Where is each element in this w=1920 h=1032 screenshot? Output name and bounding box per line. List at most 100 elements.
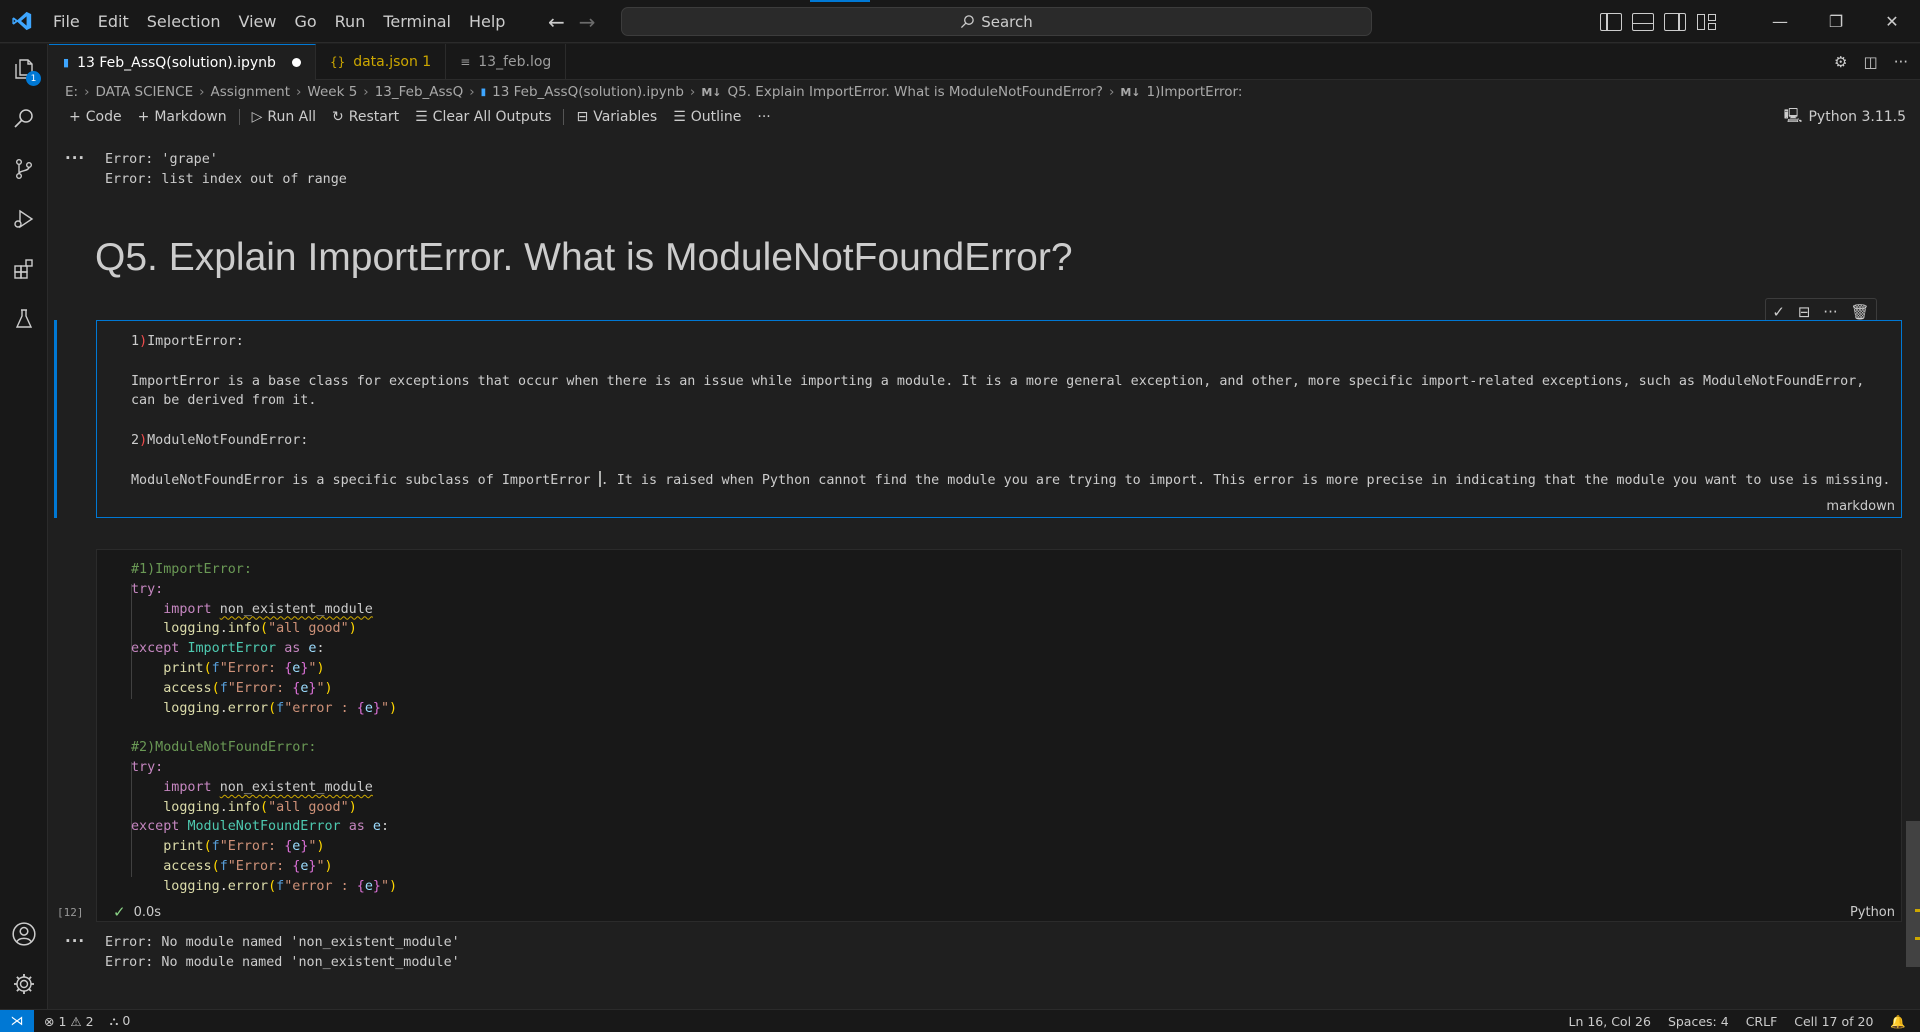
chevron-right-icon: › xyxy=(363,84,369,100)
indentation[interactable]: Spaces: 4 xyxy=(1668,1014,1729,1029)
warning-icon: ⚠ xyxy=(70,1013,82,1029)
toggle-primary-sidebar-icon[interactable] xyxy=(1600,12,1622,31)
close-window-icon[interactable]: ✕ xyxy=(1864,0,1920,43)
plus-icon: + xyxy=(69,109,81,125)
toggle-panel-icon[interactable] xyxy=(1632,12,1654,31)
search-icon[interactable] xyxy=(0,94,48,144)
cursor-position[interactable]: Ln 16, Col 26 xyxy=(1568,1014,1650,1029)
unsaved-dot-icon[interactable] xyxy=(291,58,301,67)
customize-layout-icon[interactable] xyxy=(1696,13,1718,31)
gear-icon[interactable]: ⚙ xyxy=(1834,53,1847,71)
cell-language-label[interactable]: Python xyxy=(1850,905,1895,920)
tab-notebook[interactable]: ▮ 13 Feb_AssQ(solution).ipynb xyxy=(49,44,316,80)
markdown-source[interactable]: 1)ImportError: ImportError is a base cla… xyxy=(131,332,1891,490)
command-center-search[interactable]: Search xyxy=(621,7,1372,36)
problems-indicator[interactable]: ⊗ 1 ⚠ 2 xyxy=(44,1014,94,1029)
code-token: info xyxy=(227,799,260,815)
editor-tabs: ▮ 13 Feb_AssQ(solution).ipynb {} data.js… xyxy=(49,44,1920,80)
button-label: Clear All Outputs xyxy=(432,109,552,125)
breadcrumb-item[interactable]: 13 Feb_AssQ(solution).ipynb xyxy=(492,84,684,100)
account-icon[interactable] xyxy=(0,909,48,959)
more-actions-icon[interactable]: ··· xyxy=(1894,53,1908,71)
explorer-badge: 1 xyxy=(26,71,41,86)
button-label: Code xyxy=(85,109,122,125)
testing-icon[interactable] xyxy=(0,294,48,344)
restart-icon: ↻ xyxy=(332,109,344,125)
vertical-scrollbar[interactable] xyxy=(1906,821,1920,967)
tab-log[interactable]: ≡ 13_feb.log xyxy=(446,44,567,80)
button-label: Run All xyxy=(267,109,317,125)
code-token: "error : xyxy=(284,878,357,894)
menu-run[interactable]: Run xyxy=(326,0,375,43)
md-text: ModuleNotFoundError is a specific subcla… xyxy=(131,472,599,488)
run-debug-icon[interactable] xyxy=(0,194,48,244)
bell-icon[interactable]: 🔔 xyxy=(1890,1014,1906,1030)
extensions-icon[interactable] xyxy=(0,244,48,294)
markdown-cell-editor[interactable]: 1)ImportError: ImportError is a base cla… xyxy=(96,320,1902,518)
restart-button[interactable]: ↻ Restart xyxy=(324,109,407,125)
code-token: "all good" xyxy=(268,621,349,637)
source-control-icon[interactable] xyxy=(0,144,48,194)
code-source[interactable]: #1)ImportError: try: import non_existent_… xyxy=(131,560,397,897)
remote-icon[interactable]: ⋊ xyxy=(0,1009,34,1032)
breadcrumb-item[interactable]: Q5. Explain ImportError. What is ModuleN… xyxy=(728,84,1103,100)
split-editor-icon[interactable]: ◫ xyxy=(1864,53,1878,71)
error-icon: ⊗ xyxy=(44,1013,55,1029)
breadcrumb-item[interactable]: 13_Feb_AssQ xyxy=(375,84,464,100)
more-icon[interactable]: ··· xyxy=(1823,303,1837,321)
tab-data-json[interactable]: {} data.json 1 xyxy=(316,44,447,80)
line-ending[interactable]: CRLF xyxy=(1746,1014,1778,1029)
delete-icon[interactable]: 🗑 xyxy=(1850,303,1869,321)
back-arrow-icon[interactable]: ← xyxy=(548,10,565,34)
code-token: error xyxy=(227,700,269,716)
menu-terminal[interactable]: Terminal xyxy=(374,0,460,43)
status-bar: ⋊ ⊗ 1 ⚠ 2 ⛬ 0 Ln 16, Col 26 Spaces: 4 CR… xyxy=(0,1009,1920,1032)
run-all-button[interactable]: ▷ Run All xyxy=(244,109,324,125)
search-icon xyxy=(961,15,974,29)
menu-go[interactable]: Go xyxy=(285,0,325,43)
minimize-icon[interactable]: — xyxy=(1752,0,1808,43)
md-text: 1 xyxy=(131,334,140,349)
add-code-cell-button[interactable]: + Code xyxy=(61,109,130,125)
menu-view[interactable]: View xyxy=(230,0,286,43)
md-text: ImportError: xyxy=(147,334,244,349)
breadcrumb-item[interactable]: DATA SCIENCE xyxy=(95,84,193,100)
breadcrumb-item[interactable]: Week 5 xyxy=(307,84,357,100)
markdown-icon: M↓ xyxy=(701,85,722,99)
add-markdown-cell-button[interactable]: + Markdown xyxy=(130,109,235,125)
toggle-secondary-sidebar-icon[interactable] xyxy=(1664,12,1686,31)
explorer-icon[interactable]: 1 xyxy=(0,44,48,94)
settings-gear-icon[interactable] xyxy=(0,959,48,1009)
toolbar-divider xyxy=(238,109,240,125)
tab-actions: ⚙ ◫ ··· xyxy=(1834,44,1908,80)
split-cell-icon[interactable]: ⊟ xyxy=(1798,303,1811,321)
cell-indicator[interactable]: Cell 17 of 20 xyxy=(1794,1014,1873,1029)
code-token: ModuleNotFoundError xyxy=(187,819,341,835)
menu-file[interactable]: File xyxy=(44,0,89,43)
menu-selection[interactable]: Selection xyxy=(138,0,230,43)
output-more-icon[interactable]: ··· xyxy=(65,149,85,167)
forward-arrow-icon[interactable]: → xyxy=(579,10,596,34)
breadcrumb-item[interactable]: Assignment xyxy=(211,84,290,100)
breadcrumb-item[interactable]: E: xyxy=(65,84,78,100)
output-more-icon[interactable]: ··· xyxy=(65,932,85,950)
outline-button[interactable]: ☰ Outline xyxy=(665,109,749,125)
more-toolbar-button[interactable]: ··· xyxy=(749,109,778,125)
title-accent-bar xyxy=(810,0,870,2)
activity-bar: 1 xyxy=(0,44,48,1009)
menu-edit[interactable]: Edit xyxy=(89,0,138,43)
code-cell-editor[interactable]: #1)ImportError: try: import non_existent_… xyxy=(96,549,1902,922)
ports-indicator[interactable]: ⛬ 0 xyxy=(110,1013,131,1029)
menu-bar: File Edit Selection View Go Run Terminal… xyxy=(44,0,514,43)
chevron-right-icon: › xyxy=(469,84,475,100)
variables-button[interactable]: ⊟ Variables xyxy=(568,109,665,125)
execution-status: ✓ 0.0s xyxy=(113,903,161,921)
code-token: "error : xyxy=(284,700,357,716)
check-icon[interactable]: ✓ xyxy=(1772,303,1785,321)
cell-language-label[interactable]: markdown xyxy=(1826,499,1895,514)
menu-help[interactable]: Help xyxy=(460,0,514,43)
kernel-picker[interactable]: 🖳 Python 3.11.5 xyxy=(1784,104,1906,130)
breadcrumb-item[interactable]: 1)ImportError: xyxy=(1147,84,1243,100)
restore-icon[interactable]: ❐ xyxy=(1808,0,1864,43)
clear-outputs-button[interactable]: ☰ Clear All Outputs xyxy=(407,109,559,125)
